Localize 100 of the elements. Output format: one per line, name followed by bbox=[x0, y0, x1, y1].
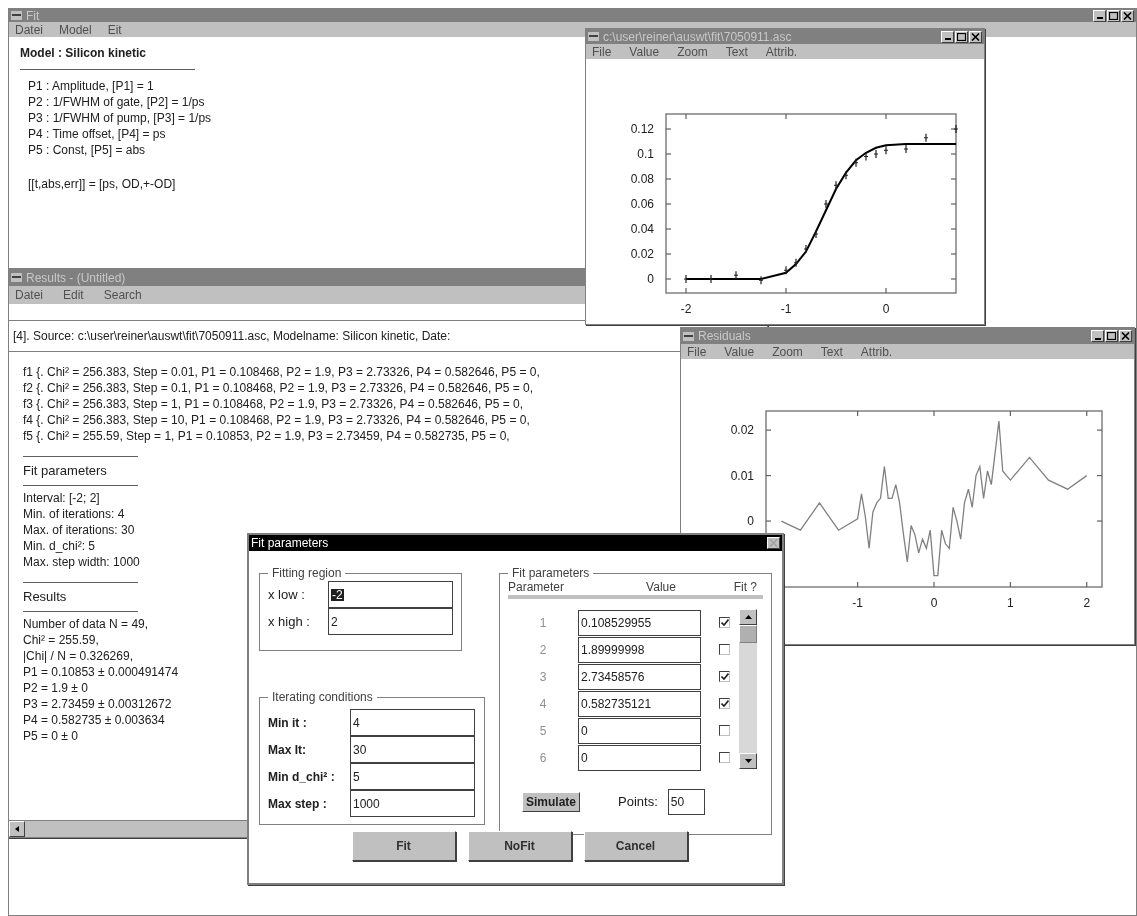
minimize-button[interactable] bbox=[1091, 330, 1104, 342]
down-arrow-icon bbox=[744, 759, 752, 763]
section-heading: Results bbox=[23, 589, 67, 605]
parameter-line: P1 : Amplitude, [P1] = 1 bbox=[28, 78, 154, 94]
menu-item[interactable]: Text bbox=[725, 45, 748, 58]
window-title: Results - (Untitled) bbox=[26, 271, 126, 284]
menu-item[interactable]: Eit bbox=[107, 23, 122, 36]
input-field[interactable]: 4 bbox=[350, 709, 475, 736]
menu-item[interactable]: Zoom bbox=[677, 45, 708, 58]
source-line: [4]. Source: c:\user\reiner\auswt\fit\7050911.asc, Modelname: Silicon kinetic, Date: bbox=[13, 328, 451, 344]
parameter-line: P5 : Const, [P5] = abs bbox=[28, 142, 146, 158]
close-button[interactable] bbox=[1121, 9, 1134, 22]
result-line: |Chi| / N = 0.326269, bbox=[23, 648, 133, 664]
tick-label: 2 bbox=[1083, 596, 1091, 610]
result-line: P5 = 0 ± 0 bbox=[23, 728, 78, 744]
dialog-button[interactable]: NoFit bbox=[467, 831, 572, 861]
menu-item[interactable]: File bbox=[687, 345, 707, 358]
maximize-button[interactable] bbox=[1107, 9, 1120, 22]
window-menu-icon[interactable] bbox=[11, 11, 22, 20]
left-arrow-icon bbox=[14, 826, 20, 832]
scroll-up-button[interactable] bbox=[739, 609, 757, 625]
menu-item[interactable]: Text bbox=[820, 345, 843, 358]
close-icon bbox=[1123, 11, 1132, 20]
menu-item[interactable]: Zoom bbox=[772, 345, 803, 358]
menu-item[interactable]: Attrib. bbox=[765, 45, 798, 58]
input-field[interactable]: 0 bbox=[578, 717, 701, 744]
tick-label: 0.1 bbox=[637, 147, 654, 161]
menu-item[interactable]: Datei bbox=[15, 289, 43, 301]
row-number: 5 bbox=[538, 722, 548, 740]
maximize-icon bbox=[1107, 332, 1116, 340]
scroll-down-button[interactable] bbox=[739, 753, 757, 769]
input-field[interactable]: 2 bbox=[328, 608, 453, 635]
result-line: Min. of iterations: 4 bbox=[23, 506, 125, 522]
input-field[interactable]: 30 bbox=[350, 736, 475, 763]
checkbox[interactable] bbox=[719, 725, 730, 736]
field-label: x high : bbox=[268, 612, 311, 631]
check-icon bbox=[720, 673, 729, 680]
dialog-button[interactable]: Fit bbox=[351, 831, 456, 861]
window-menu-icon[interactable] bbox=[11, 273, 22, 282]
simulate-button[interactable]: Simulate bbox=[522, 792, 580, 812]
minimize-button[interactable] bbox=[1093, 9, 1106, 22]
parameter-line: P2 : 1/FWHM of gate, [P2] = 1/ps bbox=[28, 94, 205, 110]
field-label: x low : bbox=[268, 585, 306, 604]
parameter-line: P3 : 1/FWHM of pump, [P3] = 1/ps bbox=[28, 110, 212, 126]
input-field[interactable]: 1000 bbox=[350, 790, 475, 817]
maximize-button[interactable] bbox=[1105, 330, 1118, 342]
input-field[interactable]: 50 bbox=[667, 789, 705, 815]
window-menu-icon[interactable] bbox=[683, 331, 694, 341]
menu-item[interactable]: Model bbox=[59, 23, 92, 36]
tick-label: 0.02 bbox=[630, 247, 654, 261]
checkbox[interactable] bbox=[719, 617, 730, 628]
menu-item[interactable]: File bbox=[592, 45, 612, 58]
checkbox[interactable] bbox=[719, 752, 730, 763]
field-label: Min d_chi² : bbox=[268, 768, 336, 786]
tick-label: 0 bbox=[647, 272, 654, 286]
close-icon bbox=[971, 32, 980, 41]
tick-label: 0.08 bbox=[630, 172, 654, 186]
input-field[interactable]: 0.582735121 bbox=[578, 690, 701, 717]
minimize-button[interactable] bbox=[941, 30, 954, 43]
column-header: Value bbox=[645, 579, 677, 596]
menu-item[interactable]: Value bbox=[724, 345, 755, 358]
close-button[interactable] bbox=[969, 30, 982, 43]
row-number: 6 bbox=[538, 749, 548, 767]
row-number: 4 bbox=[538, 695, 548, 713]
input-field[interactable]: 1.89999998 bbox=[578, 636, 701, 663]
menu-item[interactable]: Search bbox=[103, 289, 142, 301]
checkbox[interactable] bbox=[719, 644, 730, 655]
row-number: 2 bbox=[538, 641, 548, 659]
iteration-line: f1 {. Chi² = 256.383, Step = 0.01, P1 = 0.108468, P2 = 1.9, P3 = 2.73326, P4 = 0.582646, P5 = 0, bbox=[23, 364, 540, 380]
result-line: P2 = 1.9 ± 0 bbox=[23, 680, 88, 696]
scroll-left-button[interactable] bbox=[9, 821, 25, 837]
scrollbar[interactable] bbox=[739, 609, 757, 769]
field-label: Min it : bbox=[268, 714, 308, 732]
input-field[interactable]: 0.108529955 bbox=[578, 609, 701, 636]
menu-item[interactable]: Edit bbox=[63, 289, 84, 301]
menu-item[interactable]: Attrib. bbox=[860, 345, 893, 358]
input-field[interactable]: 5 bbox=[350, 763, 475, 790]
checkbox[interactable] bbox=[719, 698, 730, 709]
window-title: Residuals bbox=[698, 330, 751, 342]
input-field[interactable]: 2.73458576 bbox=[578, 663, 701, 690]
input-field[interactable]: 0 bbox=[578, 744, 701, 771]
check-icon bbox=[720, 700, 729, 707]
field-label: Points: bbox=[618, 793, 658, 812]
menu-item[interactable]: Value bbox=[629, 45, 660, 58]
menu-item[interactable]: Datei bbox=[15, 23, 43, 36]
checkbox[interactable] bbox=[719, 671, 730, 682]
tick-label: 0.12 bbox=[630, 122, 654, 136]
column-header: Fit ? bbox=[732, 579, 758, 596]
scroll-thumb[interactable] bbox=[739, 625, 757, 643]
tick-label: -1 bbox=[780, 302, 792, 316]
maximize-button[interactable] bbox=[955, 30, 968, 43]
result-line: Max. step width: 1000 bbox=[23, 554, 140, 570]
dialog-button[interactable]: Cancel bbox=[583, 831, 688, 861]
close-button[interactable] bbox=[1119, 330, 1132, 342]
maximize-icon bbox=[957, 32, 966, 41]
window-menu-icon[interactable] bbox=[588, 32, 599, 41]
column-header: Parameter bbox=[508, 580, 566, 596]
iteration-line: f2 {. Chi² = 256.383, Step = 0.1, P1 = 0.108468, P2 = 1.9, P3 = 2.73326, P4 = 0.582646, P5 = 0, bbox=[23, 380, 534, 396]
check-icon bbox=[720, 619, 729, 626]
input-field[interactable]: -2 bbox=[328, 581, 453, 608]
